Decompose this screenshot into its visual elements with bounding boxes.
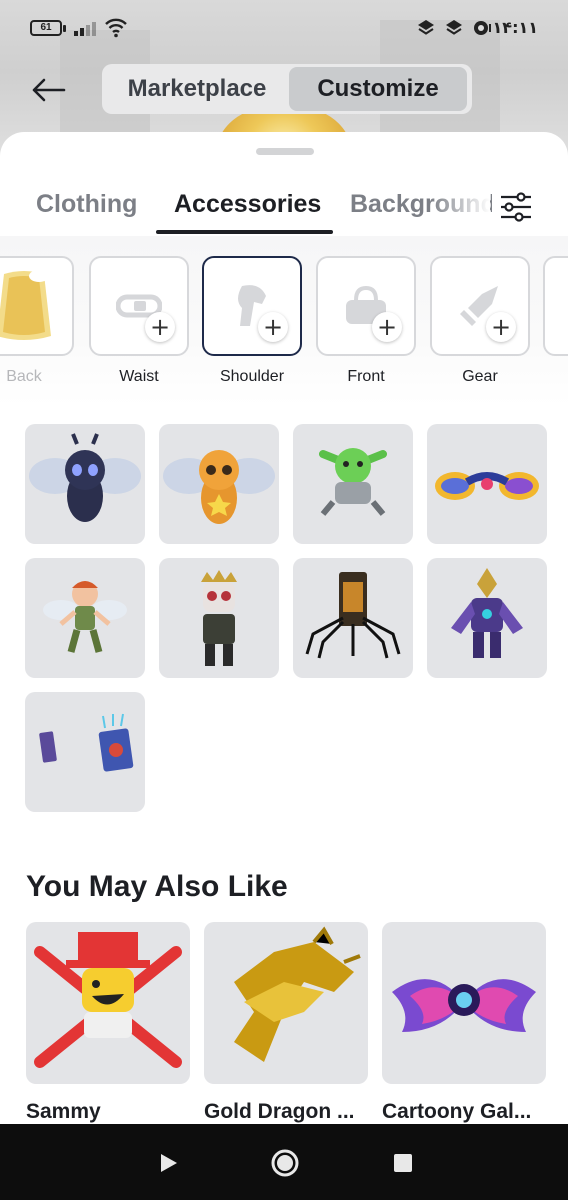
galaxy-wings-icon [392,979,536,1032]
wifi-icon [105,18,127,38]
back-button[interactable] [26,72,70,108]
subcategory-front[interactable]: + Front [316,256,416,386]
dark-bee-icon [29,433,141,522]
recommendation-name: Cartoony Gal... [382,1100,532,1123]
accessory-item[interactable] [293,424,413,544]
rainbow-dragons-icon [435,472,539,500]
add-icon: + [372,312,402,342]
status-time: ۱۴:۱۱ [492,18,538,37]
add-icon: + [258,312,288,342]
green-goblin-icon [319,448,387,516]
tab-customize[interactable]: Customize [289,67,467,111]
subcategory-tile[interactable] [543,256,568,356]
recommendation-name: Gold Dragon ... [204,1100,355,1123]
section-title-you-may-also-like: You May Also Like [26,870,288,903]
nav-recents-button[interactable] [386,1146,420,1180]
back-triangle-icon [161,1154,177,1172]
recommendation-card[interactable]: Sammy [26,922,190,1124]
gold-dragon-icon [234,926,361,1062]
sammy-icon [34,932,182,1068]
accessory-item[interactable] [25,692,145,812]
status-bar: 61 ۱۴:۱۱ [0,0,568,56]
arrow-left-icon [32,78,66,102]
subcategory-label: Back [6,368,42,385]
accessory-item[interactable] [293,558,413,678]
accessory-item[interactable] [427,558,547,678]
recommendation-name: Sammy [26,1100,101,1123]
subcategory-label: Gear [462,368,498,385]
orange-bee-icon [163,450,275,524]
accessory-item[interactable] [25,558,145,678]
accessory-item[interactable] [159,424,279,544]
subcategory-label: Shoulder [219,368,285,385]
tabs-fade [430,186,490,230]
recommendation-image[interactable] [204,922,368,1084]
subcategory-label: Front [347,368,385,385]
timer-icon [474,21,491,35]
filter-button[interactable] [492,184,540,230]
recommendation-image[interactable] [382,922,546,1084]
accessory-item[interactable] [427,424,547,544]
layers-icon [446,20,462,35]
nav-back-button[interactable] [152,1146,186,1180]
recommendation-card[interactable]: Cartoony Gal... [382,922,546,1124]
spider-can-icon [305,572,401,659]
home-circle-icon [271,1149,299,1177]
subcategory-next[interactable] [543,256,568,356]
subcategory-tile[interactable]: + [89,256,189,356]
subcategory-strip: Back + Waist + Shoulder + Front + Gear [0,236,568,406]
battery-icon: 61 [30,20,66,36]
purple-armor-icon [451,568,523,658]
sheet-drag-handle[interactable] [256,148,314,155]
subcategory-tile[interactable] [0,256,74,356]
accessory-item[interactable] [159,558,279,678]
recommendation-card[interactable]: Gold Dragon ... [204,922,368,1124]
tab-marketplace[interactable]: Marketplace [105,67,289,111]
subcategory-shoulder[interactable]: + Shoulder [202,256,302,386]
signal-icon [74,20,98,36]
recommendation-image[interactable] [26,922,190,1084]
layers-icon [418,20,434,35]
active-tab-indicator [156,230,333,234]
sliders-icon [501,192,531,222]
tab-accessories[interactable]: Accessories [174,190,321,219]
nav-home-button[interactable] [268,1146,302,1180]
spell-books-icon [39,713,134,772]
recents-square-icon [394,1154,412,1172]
fairy-boy-icon [43,581,127,653]
customize-sheet: Clothing Accessories Background Back + W… [0,132,568,1124]
mode-segmented-control: Marketplace Customize [102,64,472,114]
accessory-item[interactable] [25,424,145,544]
tab-clothing[interactable]: Clothing [36,190,137,219]
subcategory-tile[interactable]: + [430,256,530,356]
subcategory-gear[interactable]: + Gear [430,256,530,386]
add-icon: + [486,312,516,342]
subcategory-tile[interactable]: + [202,256,302,356]
subcategory-back[interactable]: Back [0,256,74,386]
subcategory-label: Waist [119,368,159,385]
subcategory-waist[interactable]: + Waist [89,256,189,386]
add-icon: + [145,312,175,342]
subcategory-tile[interactable]: + [316,256,416,356]
system-navigation-bar [0,1124,568,1200]
crowned-kid-icon [201,570,237,666]
cape-icon [0,270,51,340]
battery-level: 61 [40,22,52,33]
